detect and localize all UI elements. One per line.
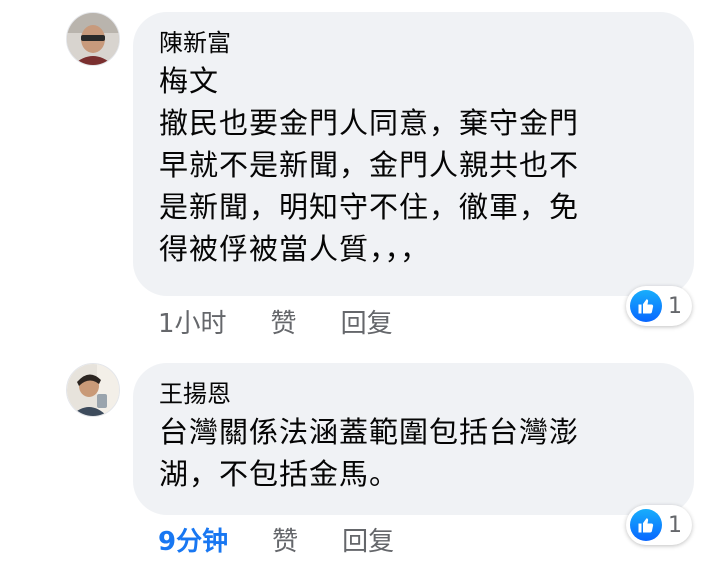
reaction-badge[interactable]: 1	[626, 286, 692, 326]
comment-bubble: 王揚恩 台灣關係法涵蓋範圍包括台灣澎 湖，不包括金馬。	[133, 363, 694, 515]
reply-button[interactable]: 回复	[342, 521, 394, 558]
reply-button[interactable]: 回复	[341, 303, 393, 340]
thumbs-up-icon	[630, 509, 662, 541]
avatar-image	[67, 13, 119, 65]
comment: 陳新富 梅文 撤民也要金門人同意，棄守金門 早就不是新聞，金門人親共也不 是新聞…	[0, 0, 720, 340]
avatar-image	[67, 364, 119, 416]
reaction-count: 1	[668, 512, 682, 538]
comment-timestamp[interactable]: 9分钟	[158, 521, 228, 558]
thumbs-up-icon	[630, 290, 662, 322]
comment-text-line: 撤民也要金門人同意，棄守金門	[159, 106, 580, 140]
comment-text-line: 湖，不包括金馬。	[159, 457, 400, 491]
comment-actions: 1小时 赞 回复	[158, 303, 393, 340]
comment-actions: 9分钟 赞 回复	[158, 521, 394, 558]
comment-bubble: 陳新富 梅文 撤民也要金門人同意，棄守金門 早就不是新聞，金門人親共也不 是新聞…	[133, 12, 694, 296]
like-button[interactable]: 赞	[272, 521, 298, 558]
comment-timestamp[interactable]: 1小时	[158, 303, 227, 340]
comment-author[interactable]: 王揚恩	[159, 377, 668, 411]
comment-author[interactable]: 陳新富	[159, 26, 668, 60]
comment-text-line: 梅文	[159, 64, 220, 98]
comment: 王揚恩 台灣關係法涵蓋範圍包括台灣澎 湖，不包括金馬。 1 9分钟 赞 回复	[0, 350, 720, 577]
comment-text-line: 是新聞，明知守不住，徹軍，免	[159, 190, 580, 224]
comment-text-line: 得被俘被當人質，，，	[159, 232, 431, 266]
reaction-count: 1	[668, 293, 682, 319]
comment-text-line: 台灣關係法涵蓋範圍包括台灣澎	[159, 415, 580, 449]
comment-text-line: 早就不是新聞，金門人親共也不	[159, 148, 580, 182]
avatar[interactable]	[66, 12, 120, 66]
reaction-badge[interactable]: 1	[626, 505, 692, 545]
avatar[interactable]	[66, 363, 120, 417]
like-button[interactable]: 赞	[271, 303, 297, 340]
